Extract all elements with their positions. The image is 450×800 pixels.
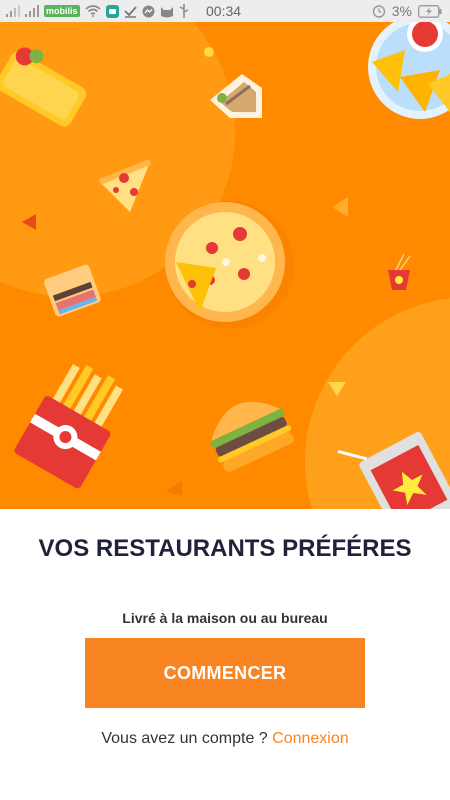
messenger-icon [142, 4, 155, 18]
account-prompt-row: Vous avez un compte ? Connexion [0, 729, 450, 749]
nachos-plate-icon [368, 22, 450, 119]
signal-icon [25, 4, 39, 18]
pizza-icon [165, 201, 294, 329]
status-time: 00:34 [206, 3, 242, 19]
login-link[interactable]: Connexion [272, 730, 349, 747]
cat-icon [160, 4, 174, 18]
carrier-badge: mobilis [44, 5, 80, 17]
usb-icon [179, 4, 189, 18]
burger-icon [210, 401, 294, 472]
check-icon [123, 4, 137, 18]
chat-icon [105, 4, 119, 18]
battery-level: 3% [391, 3, 412, 19]
fries-icon [14, 364, 123, 489]
start-button[interactable]: COMMENCER [85, 638, 365, 708]
page-title: VOS RESTAURANTS PRÉFÉRES [38, 535, 412, 562]
hero-illustration [0, 22, 450, 509]
status-bar: mobilis 00:34 3% [0, 0, 450, 22]
page-subtitle: Livré à la maison ou au bureau [122, 610, 328, 626]
noodle-box-icon [388, 253, 411, 290]
account-prompt-text: Vous avez un compte ? [101, 730, 268, 747]
alarm-icon [372, 4, 386, 18]
battery-charging-icon [418, 4, 442, 18]
wifi-icon [84, 4, 101, 18]
signal-icon [6, 4, 20, 18]
